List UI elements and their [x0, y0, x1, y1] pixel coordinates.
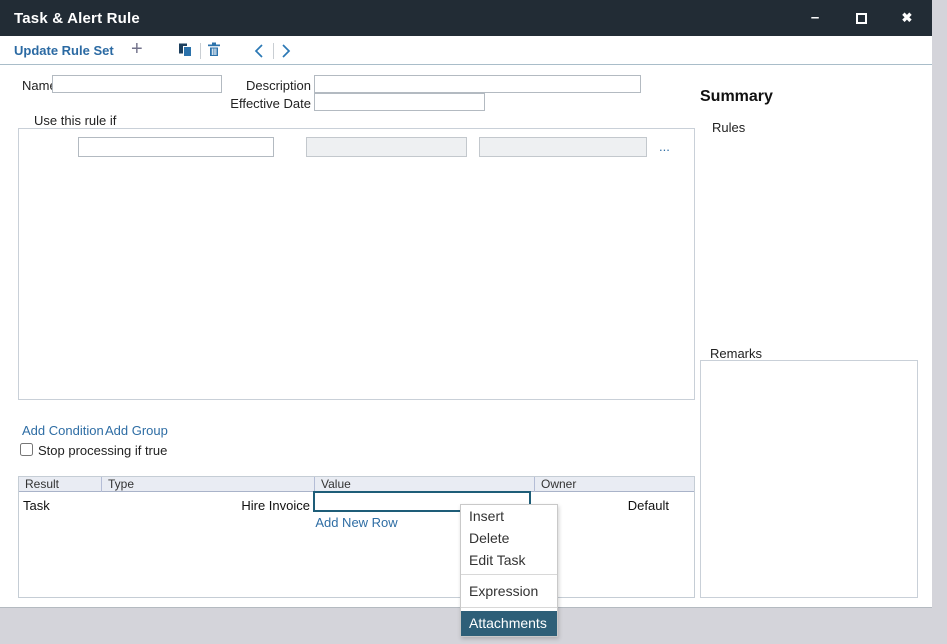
window-controls: – ✖	[792, 0, 930, 36]
stop-processing-label: Stop processing if true	[38, 443, 167, 458]
effective-date-label: Effective Date	[200, 96, 311, 111]
effective-date-input[interactable]	[314, 93, 485, 111]
minimize-button[interactable]: –	[792, 0, 838, 36]
menu-separator	[461, 607, 557, 608]
condition-operator-input	[306, 137, 467, 157]
minimize-icon: –	[811, 13, 819, 23]
add-icon[interactable]: +	[131, 38, 143, 61]
update-rule-set-button[interactable]: Update Rule Set	[14, 43, 114, 58]
maximize-button[interactable]	[838, 0, 884, 36]
menu-item-edit-task[interactable]: Edit Task	[461, 549, 557, 571]
result-cell: Task	[23, 498, 50, 513]
condition-value-input	[479, 137, 647, 157]
add-group-link[interactable]: Add Group	[105, 423, 168, 438]
context-menu: Insert Delete Edit Task Expression Attac…	[460, 504, 558, 637]
stop-processing-checkbox[interactable]	[20, 443, 33, 456]
name-input[interactable]	[52, 75, 222, 93]
remarks-label: Remarks	[710, 346, 762, 361]
desktop-background: Task & Alert Rule – ✖ Update Rule Set +	[0, 0, 947, 644]
titlebar: Task & Alert Rule – ✖	[0, 0, 932, 36]
next-chevron-icon[interactable]	[281, 44, 291, 63]
menu-item-attachments[interactable]: Attachments	[461, 611, 557, 636]
close-icon: ✖	[902, 10, 913, 26]
column-header-type: Type	[101, 477, 314, 492]
previous-chevron-icon[interactable]	[254, 44, 264, 63]
menu-separator	[461, 574, 557, 575]
results-table-header: Result Type Value Owner	[19, 477, 694, 492]
description-label: Description	[200, 78, 311, 93]
remarks-textarea[interactable]	[700, 360, 918, 598]
dialog-title: Task & Alert Rule	[14, 10, 140, 27]
condition-ellipsis-link[interactable]: ...	[659, 139, 670, 154]
menu-item-expression[interactable]: Expression	[461, 578, 557, 604]
copy-icon[interactable]	[178, 43, 194, 63]
toolbar-divider	[273, 43, 274, 59]
results-table: Result Type Value Owner Task Hire Invoic…	[18, 476, 695, 598]
condition-field-input[interactable]	[78, 137, 274, 157]
type-cell[interactable]: Hire Invoice	[101, 498, 310, 513]
rule-conditions-box: ...	[18, 128, 695, 400]
menu-item-delete[interactable]: Delete	[461, 527, 557, 549]
trash-icon[interactable]	[207, 42, 221, 63]
column-header-value: Value	[314, 477, 534, 492]
maximize-icon	[856, 13, 867, 24]
rules-label: Rules	[712, 120, 745, 135]
close-button[interactable]: ✖	[884, 0, 930, 36]
toolbar-divider	[200, 43, 201, 59]
use-rule-if-label: Use this rule if	[34, 113, 116, 128]
column-header-result: Result	[19, 477, 101, 492]
column-header-owner: Owner	[534, 477, 694, 492]
toolbar: Update Rule Set +	[0, 36, 932, 65]
add-condition-link[interactable]: Add Condition	[22, 423, 104, 438]
add-new-row-link[interactable]: Add New Row	[19, 515, 694, 530]
summary-title: Summary	[700, 88, 773, 106]
description-input[interactable]	[314, 75, 641, 93]
menu-item-insert[interactable]: Insert	[461, 505, 557, 527]
